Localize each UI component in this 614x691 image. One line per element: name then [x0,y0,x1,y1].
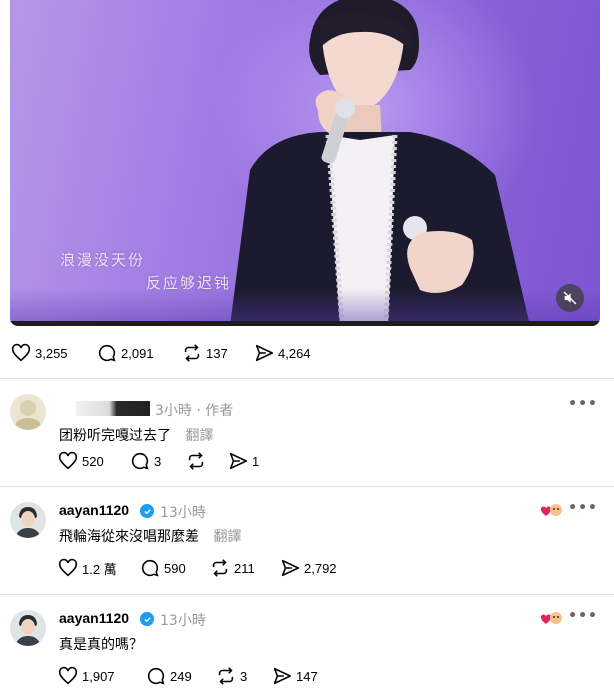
reply-button[interactable]: 590 [139,557,209,579]
comment-time: 13小時 [160,613,206,629]
share-button[interactable]: 2,792 [279,557,337,579]
comment-item: 3小時 · 作者 ••• 团粉听完嘎过去了 翻譯 520 3 1 [0,378,614,486]
reply-count: 2,091 [121,345,154,361]
send-icon [281,559,300,577]
like-button[interactable]: 3,255 [10,342,96,364]
repost-icon [218,667,234,685]
comment-item: aayan1120 13小時 ••• 飛輪海從來沒唱那麼差 翻譯 1.2 萬 5… [0,486,614,594]
like-count: 1,907 [82,668,115,684]
send-icon [273,667,292,685]
comment-text-row: 飛輪海從來沒唱那麼差 翻譯 [59,526,241,546]
repost-button[interactable]: 137 [181,342,253,364]
repost-count: 3 [240,668,248,684]
reply-count: 249 [170,668,192,684]
repost-button[interactable]: 211 [209,557,279,579]
comment-icon [141,559,159,577]
author-tag: · 作者 [196,403,234,419]
comment-icon [131,452,149,470]
comment-time: 13小時 [160,505,206,521]
like-count: 1.2 萬 [82,561,117,577]
repost-button[interactable] [185,450,227,472]
comment-text-row: 团粉听完嘎过去了 翻譯 [59,425,213,445]
video-progress-fill [10,321,600,326]
mute-button[interactable] [556,284,584,312]
heart-emoji-badge-icon [541,612,562,624]
comment-time: 3小時 [155,403,192,419]
repost-button[interactable]: 3 [215,665,271,687]
avatar-image [10,394,46,430]
stage-floor [10,288,600,322]
repost-icon [212,559,228,577]
repost-count: 211 [234,560,255,576]
more-options-button[interactable]: ••• [568,396,598,412]
like-button[interactable]: 1.2 萬 [57,557,139,579]
singer-figure [230,0,530,326]
translate-link[interactable]: 翻譯 [185,428,213,444]
avatar[interactable] [10,610,46,646]
comment-text: 真是真的嗎？ [59,637,143,653]
avatar-image [10,502,46,538]
heart-icon [58,558,78,577]
heart-icon [58,666,78,685]
share-count: 1 [252,453,260,469]
video-player[interactable]: 浪漫没天份 反应够迟钝 [10,0,600,326]
avatar-image [10,610,46,646]
share-count: 147 [296,668,318,684]
like-count: 3,255 [35,345,68,361]
repost-icon [188,452,204,470]
comment-icon [98,344,116,362]
like-count: 520 [82,453,104,469]
username-redacted [76,401,150,416]
heart-icon [11,343,31,362]
comment-item: aayan1120 13小時 ••• 真是真的嗎？ 1,907 249 3 14… [0,594,614,691]
post-action-bar: 3,255 2,091 137 4,264 [10,342,311,364]
comment-text: 团粉听完嘎过去了 [59,428,171,444]
translate-link[interactable]: 翻譯 [213,529,241,545]
verified-badge-icon [140,612,154,626]
repost-icon [184,344,200,362]
repost-count: 137 [206,345,228,361]
lyric-line-2: 反应够迟钝 [146,274,232,292]
comment-text: 飛輪海從來沒唱那麼差 [59,529,199,545]
reply-button[interactable]: 249 [145,665,215,687]
lyric-line-1: 浪漫没天份 [60,251,146,269]
send-icon [229,452,248,470]
like-button[interactable]: 1,907 [57,665,145,687]
like-button[interactable]: 520 [57,450,129,472]
comment-action-bar: 1.2 萬 590 211 2,792 [57,557,337,579]
share-button[interactable]: 4,264 [253,342,311,364]
video-progress-bar[interactable] [10,321,600,326]
avatar[interactable] [10,502,46,538]
username[interactable]: aayan1120 [59,502,129,518]
heart-emoji-badge-icon [541,504,562,516]
reply-count: 590 [164,560,186,576]
more-options-button[interactable]: ••• [568,500,598,516]
verified-badge-icon [140,504,154,518]
send-icon [255,344,274,362]
more-options-button[interactable]: ••• [568,608,598,624]
mute-icon [563,291,577,305]
reply-button[interactable]: 2,091 [96,342,181,364]
share-button[interactable]: 147 [271,665,318,687]
comment-action-bar: 1,907 249 3 147 [57,665,318,687]
comment-meta: 3小時 · 作者 [155,400,233,420]
reply-count: 3 [154,453,162,469]
share-button[interactable]: 1 [227,450,259,472]
share-count: 4,264 [278,345,311,361]
comment-icon [147,667,165,685]
reply-button[interactable]: 3 [129,450,185,472]
comment-action-bar: 520 3 1 [57,450,259,472]
share-count: 2,792 [304,560,337,576]
username[interactable]: aayan1120 [59,610,129,626]
heart-icon [58,451,78,470]
avatar[interactable] [10,394,46,430]
